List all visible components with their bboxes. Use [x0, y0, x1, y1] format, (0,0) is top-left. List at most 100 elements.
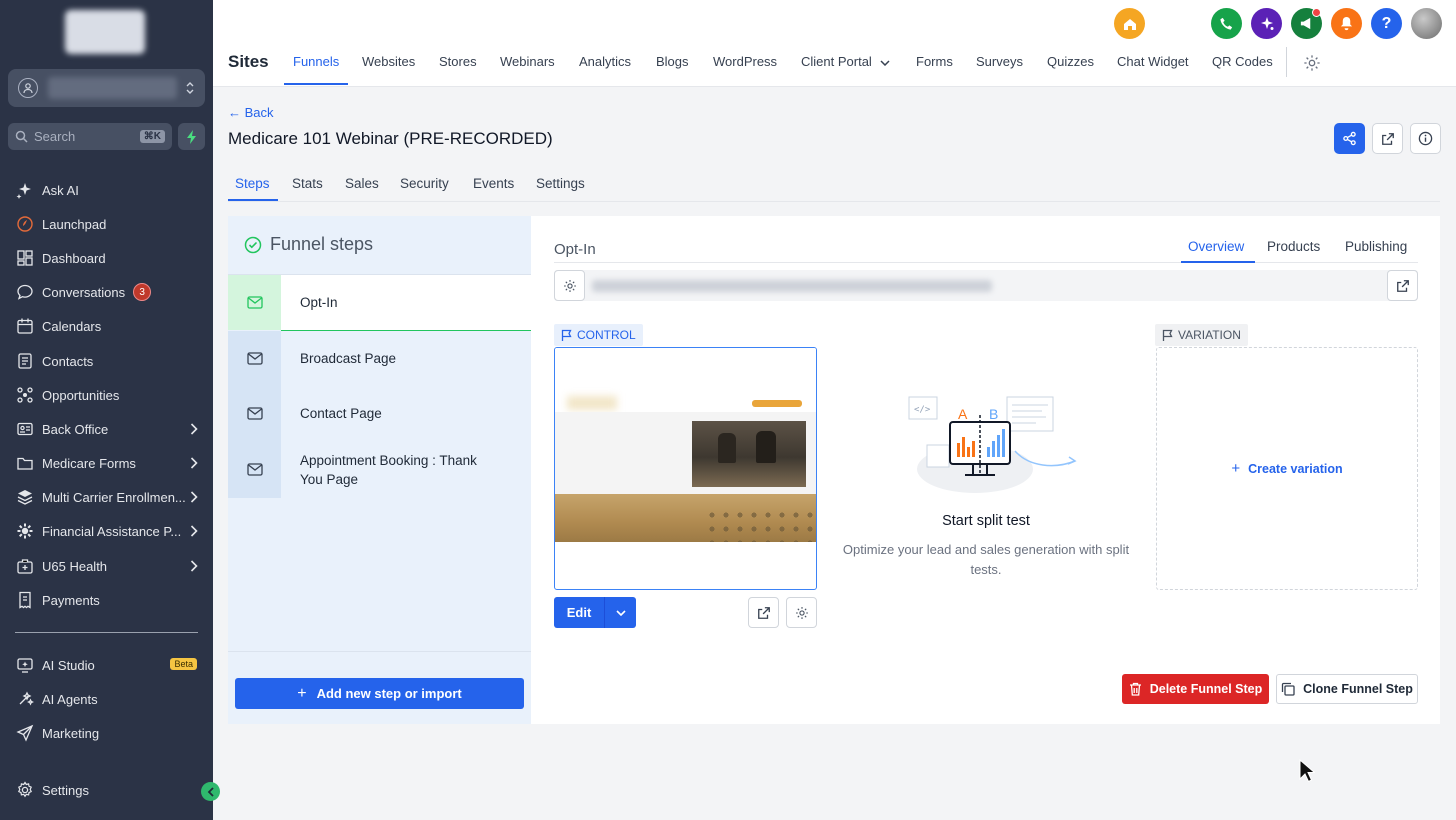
funnel-steps-panel: Funnel steps Opt-In Broadcast Page Conta…	[228, 216, 531, 724]
preview-external-button[interactable]	[748, 597, 779, 628]
megaphone-icon[interactable]	[1291, 8, 1322, 39]
subtab-security[interactable]: Security	[400, 176, 449, 191]
sidebar-item-ai-agents[interactable]: AI Agents	[0, 684, 213, 714]
chevron-right-icon	[190, 423, 198, 435]
split-test-title: Start split test	[942, 513, 1030, 529]
calendar-icon	[16, 317, 34, 335]
sidebar: Search ⌘K Ask AI Launchpad Dashboard Conver…	[0, 0, 220, 820]
phone-icon[interactable]	[1211, 8, 1242, 39]
tabs-separator	[1286, 47, 1287, 77]
sidebar-item-launchpad[interactable]: Launchpad	[0, 209, 213, 239]
tab-label: Quizzes	[1047, 54, 1094, 69]
subtab-events[interactable]: Events	[473, 176, 514, 191]
tab-blogs[interactable]: Blogs	[656, 54, 689, 69]
user-avatar[interactable]	[1411, 8, 1442, 39]
sidebar-item-ai-studio[interactable]: AI Studio Beta	[0, 650, 213, 680]
tab-label: WordPress	[713, 54, 778, 69]
tab-label: QR Codes	[1212, 54, 1273, 69]
sidebar-item-calendars[interactable]: Calendars	[0, 311, 213, 341]
subtab-sales[interactable]: Sales	[345, 176, 379, 191]
funnel-step-label: Contact Page	[300, 406, 382, 421]
tab-analytics[interactable]: Analytics	[579, 54, 631, 69]
control-page-preview[interactable]	[554, 347, 817, 590]
tab-quizzes[interactable]: Quizzes	[1047, 54, 1094, 69]
url-settings-button[interactable]	[554, 270, 585, 301]
info-button[interactable]	[1410, 123, 1441, 154]
funnel-step-label: Opt-In	[300, 295, 338, 310]
collapse-sidebar-button[interactable]	[201, 782, 220, 801]
clone-funnel-step-button[interactable]: Clone Funnel Step	[1276, 674, 1418, 704]
tab-surveys[interactable]: Surveys	[976, 54, 1023, 69]
company-logo[interactable]	[65, 10, 145, 54]
funnel-step-appointment-booking[interactable]: Appointment Booking : Thank You Page	[228, 441, 531, 498]
tab-webinars[interactable]: Webinars	[500, 54, 555, 69]
chevron-down-icon[interactable]	[605, 609, 636, 616]
subtab-steps[interactable]: Steps	[235, 176, 270, 191]
clone-label: Clone Funnel Step	[1303, 682, 1413, 696]
sidebar-item-conversations[interactable]: Conversations 3	[0, 277, 213, 307]
open-url-button[interactable]	[1387, 270, 1418, 301]
funnel-step-opt-in[interactable]: Opt-In	[228, 275, 531, 330]
preview-settings-button[interactable]	[786, 597, 817, 628]
tab-publishing[interactable]: Publishing	[1345, 239, 1407, 254]
home-icon[interactable]	[1114, 8, 1145, 39]
tab-client-portal[interactable]: Client Portal	[801, 54, 890, 69]
add-new-step-button[interactable]: + Add new step or import	[235, 678, 524, 709]
sidebar-item-financial-assistance-p[interactable]: Financial Assistance P...	[0, 516, 213, 546]
mail-icon	[228, 441, 281, 498]
bell-icon[interactable]	[1331, 8, 1362, 39]
sidebar-item-ask-ai[interactable]: Ask AI	[0, 175, 213, 205]
share-button[interactable]	[1334, 123, 1365, 154]
quick-actions-button[interactable]	[178, 123, 205, 150]
delete-funnel-step-button[interactable]: Delete Funnel Step	[1122, 674, 1269, 704]
tab-forms[interactable]: Forms	[916, 54, 953, 69]
sidebar-item-opportunities[interactable]: Opportunities	[0, 380, 213, 410]
sidebar-item-u65-health[interactable]: U65 Health	[0, 551, 213, 581]
edit-button[interactable]: Edit	[554, 597, 636, 628]
page-title: Medicare 101 Webinar (PRE-RECORDED)	[228, 129, 553, 148]
account-name	[48, 77, 177, 99]
create-variation-button[interactable]: + Create variation	[1156, 347, 1418, 590]
mouse-cursor	[1299, 759, 1315, 783]
funnel-step-broadcast-page[interactable]: Broadcast Page	[228, 331, 531, 386]
sidebar-item-marketing[interactable]: Marketing	[0, 718, 213, 748]
sidebar-divider	[15, 632, 198, 633]
tab-qr-codes[interactable]: QR Codes	[1212, 54, 1273, 69]
subtab-stats[interactable]: Stats	[292, 176, 323, 191]
funnel-step-contact-page[interactable]: Contact Page	[228, 386, 531, 441]
account-switcher[interactable]	[8, 69, 205, 107]
sidebar-item-contacts[interactable]: Contacts	[0, 346, 213, 376]
tab-label: Websites	[362, 54, 416, 69]
sidebar-item-settings[interactable]: Settings	[0, 775, 213, 805]
receipt-icon	[16, 591, 34, 609]
sidebar-item-back-office[interactable]: Back Office	[0, 414, 213, 444]
sidebar-item-dashboard[interactable]: Dashboard	[0, 243, 213, 273]
gear-icon	[16, 522, 34, 540]
step-url[interactable]	[592, 280, 992, 292]
ai-assistant-icon[interactable]	[1251, 8, 1282, 39]
subtab-settings[interactable]: Settings	[536, 176, 585, 191]
open-external-button[interactable]	[1372, 123, 1403, 154]
tab-funnels[interactable]: Funnels	[293, 54, 339, 69]
sidebar-item-label: Ask AI	[42, 182, 79, 198]
chevron-right-icon	[190, 560, 198, 572]
back-link[interactable]: ← Back	[228, 105, 274, 120]
tab-websites[interactable]: Websites	[362, 54, 415, 69]
search-placeholder: Search	[34, 129, 76, 144]
sidebar-item-medicare-forms[interactable]: Medicare Forms	[0, 448, 213, 478]
sidebar-item-multi-carrier-enrollmen[interactable]: Multi Carrier Enrollmen...	[0, 482, 213, 512]
settings-icon[interactable]	[1303, 54, 1321, 72]
tab-stores[interactable]: Stores	[439, 54, 477, 69]
plus-icon: +	[297, 684, 307, 702]
tab-products[interactable]: Products	[1267, 239, 1320, 254]
tab-wordpress[interactable]: WordPress	[713, 54, 777, 69]
help-icon[interactable]: ?	[1371, 8, 1402, 39]
tab-chat-widget[interactable]: Chat Widget	[1117, 54, 1189, 69]
mail-icon	[228, 331, 281, 386]
tab-overview[interactable]: Overview	[1188, 239, 1244, 254]
split-test-illustration: </> A B	[903, 391, 1083, 495]
sidebar-item-payments[interactable]: Payments	[0, 585, 213, 615]
search-input[interactable]: Search ⌘K	[8, 123, 172, 150]
step-url-bar	[554, 270, 1418, 301]
subtabs-divider	[228, 201, 1440, 202]
